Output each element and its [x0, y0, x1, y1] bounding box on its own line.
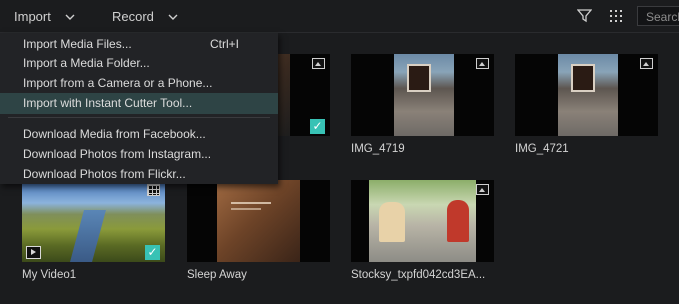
media-thumbnail[interactable]	[351, 54, 494, 136]
image-type-icon	[640, 58, 653, 69]
play-icon[interactable]	[26, 246, 41, 259]
image-type-icon	[476, 184, 489, 195]
menu-item-import-from-camera[interactable]: Import from a Camera or a Phone...	[0, 73, 278, 94]
menu-item-import-media-folder[interactable]: Import a Media Folder...	[0, 53, 278, 74]
media-label: My Video1	[22, 269, 77, 281]
media-toolbar: Import Record Search	[0, 0, 679, 33]
menu-divider	[8, 117, 270, 118]
import-label: Import	[14, 9, 51, 24]
image-type-icon	[312, 58, 325, 69]
grid-view-icon[interactable]	[608, 8, 624, 24]
record-button[interactable]: Record	[112, 0, 178, 33]
media-label: Sleep Away	[187, 269, 247, 281]
media-label: Stocksy_txpfd042cd3EA...	[351, 269, 486, 281]
media-thumbnail[interactable]	[187, 180, 330, 262]
person-figure	[379, 202, 405, 242]
chevron-down-icon	[65, 14, 75, 20]
poster-shape	[407, 64, 431, 92]
thumbnail-image	[217, 180, 300, 262]
album-text-line	[231, 202, 271, 204]
media-thumbnail[interactable]: ✓	[22, 180, 165, 262]
menu-item-label: Import Media Files...	[23, 37, 132, 51]
menu-item-label: Import a Media Folder...	[23, 56, 150, 70]
import-dropdown-menu: Import Media Files... Ctrl+I Import a Me…	[0, 33, 278, 184]
search-placeholder: Search	[646, 10, 679, 24]
search-input[interactable]: Search	[637, 6, 679, 26]
selected-check-icon[interactable]: ✓	[310, 119, 325, 134]
menu-item-label: Download Media from Facebook...	[23, 127, 206, 141]
video-type-icon	[147, 184, 160, 196]
menu-item-instant-cutter[interactable]: Import with Instant Cutter Tool...	[0, 93, 278, 114]
person-figure	[447, 200, 469, 242]
filter-icon[interactable]	[576, 8, 593, 24]
selected-check-icon[interactable]: ✓	[145, 245, 160, 260]
media-thumbnail[interactable]	[351, 180, 494, 262]
menu-item-download-flickr[interactable]: Download Photos from Flickr...	[0, 164, 278, 185]
poster-shape	[571, 64, 595, 92]
import-button[interactable]: Import	[14, 0, 75, 33]
menu-item-download-facebook[interactable]: Download Media from Facebook...	[0, 124, 278, 145]
menu-item-label: Import with Instant Cutter Tool...	[23, 96, 193, 110]
chevron-down-icon	[168, 14, 178, 20]
record-label: Record	[112, 9, 154, 24]
shortcut-label: Ctrl+I	[210, 37, 240, 51]
menu-item-label: Import from a Camera or a Phone...	[23, 76, 213, 90]
album-text-line	[231, 208, 261, 210]
menu-item-download-instagram[interactable]: Download Photos from Instagram...	[0, 144, 278, 165]
image-type-icon	[476, 58, 489, 69]
media-thumbnail[interactable]	[515, 54, 658, 136]
menu-item-import-media-files[interactable]: Import Media Files... Ctrl+I	[0, 34, 278, 55]
menu-item-label: Download Photos from Instagram...	[23, 147, 212, 161]
menu-item-label: Download Photos from Flickr...	[23, 167, 186, 181]
media-label: IMG_4721	[515, 143, 569, 155]
media-label: IMG_4719	[351, 143, 405, 155]
